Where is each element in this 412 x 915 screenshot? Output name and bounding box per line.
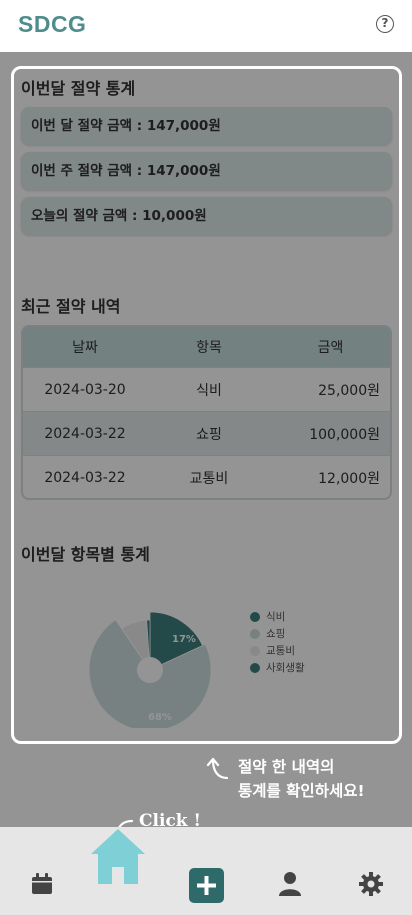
column-header-date: 날짜 (72, 340, 98, 356)
column-header-amount: 금액 (317, 340, 344, 356)
legend-item: 사회생활 (250, 659, 305, 676)
recent-savings-table: 날짜 항목 금액 2024-03-20 식비 25,000원 2024-03-2… (21, 325, 392, 500)
legend-label: 쇼핑 (266, 628, 286, 640)
row-amount: 25,000원 (318, 382, 380, 399)
row-amount: 12,000원 (318, 470, 380, 487)
tutorial-tip: 절약 한 내역의 통계를 확인하세요! (238, 755, 365, 803)
add-icon[interactable] (189, 868, 224, 903)
row-item: 교통비 (189, 470, 229, 487)
tip-line: 통계를 확인하세요! (238, 782, 365, 800)
user-icon[interactable] (278, 871, 302, 897)
pie-hole (137, 657, 163, 683)
table-header: 날짜 항목 금액 (23, 327, 390, 367)
legend-swatch (250, 611, 260, 622)
row-date: 2024-03-20 (44, 381, 126, 398)
home-icon[interactable] (90, 827, 146, 885)
legend-swatch (250, 628, 260, 639)
recent-savings-title: 최근 절약 내역 (21, 297, 121, 316)
category-pie-chart: 17% 68% (88, 611, 212, 728)
row-item: 식비 (196, 382, 222, 399)
legend-label: 사회생활 (266, 662, 305, 674)
monthly-stats-title: 이번달 절약 통계 (21, 79, 136, 98)
stat-card-month: 이번 달 절약 금액 : 147,000원 (21, 107, 392, 145)
table-row[interactable]: 2024-03-20 식비 25,000원 (23, 367, 390, 411)
calendar-icon[interactable] (30, 872, 54, 896)
row-date: 2024-03-22 (44, 469, 126, 486)
bottom-nav (0, 827, 412, 915)
pie-label-shopping: 68% (148, 712, 172, 723)
app-logo: SDCG (18, 11, 87, 37)
stat-card-week: 이번 주 절약 금액 : 147,000원 (21, 152, 392, 190)
table-row[interactable]: 2024-03-22 쇼핑 100,000원 (23, 411, 390, 455)
legend-label: 교통비 (266, 645, 295, 657)
pie-legend: 식비 쇼핑 교통비 사회생활 (250, 608, 305, 676)
pie-label-food: 17% (172, 634, 196, 645)
tip-line: 절약 한 내역의 (238, 758, 335, 776)
column-header-item: 항목 (196, 340, 222, 356)
curved-arrow-icon (206, 757, 229, 780)
legend-label: 식비 (266, 611, 286, 623)
help-icon[interactable]: ? (376, 15, 394, 33)
row-amount: 100,000원 (309, 426, 380, 443)
row-date: 2024-03-22 (44, 425, 126, 442)
legend-item: 식비 (250, 608, 305, 625)
stat-card-today: 오늘의 절약 금액 : 10,000원 (21, 197, 392, 235)
legend-swatch (250, 645, 260, 656)
legend-swatch (250, 662, 260, 673)
table-row[interactable]: 2024-03-22 교통비 12,000원 (23, 455, 390, 498)
row-item: 쇼핑 (196, 426, 222, 443)
gear-icon[interactable] (358, 871, 384, 897)
legend-item: 교통비 (250, 642, 305, 659)
legend-item: 쇼핑 (250, 625, 305, 642)
app-header: SDCG ? (0, 0, 412, 52)
